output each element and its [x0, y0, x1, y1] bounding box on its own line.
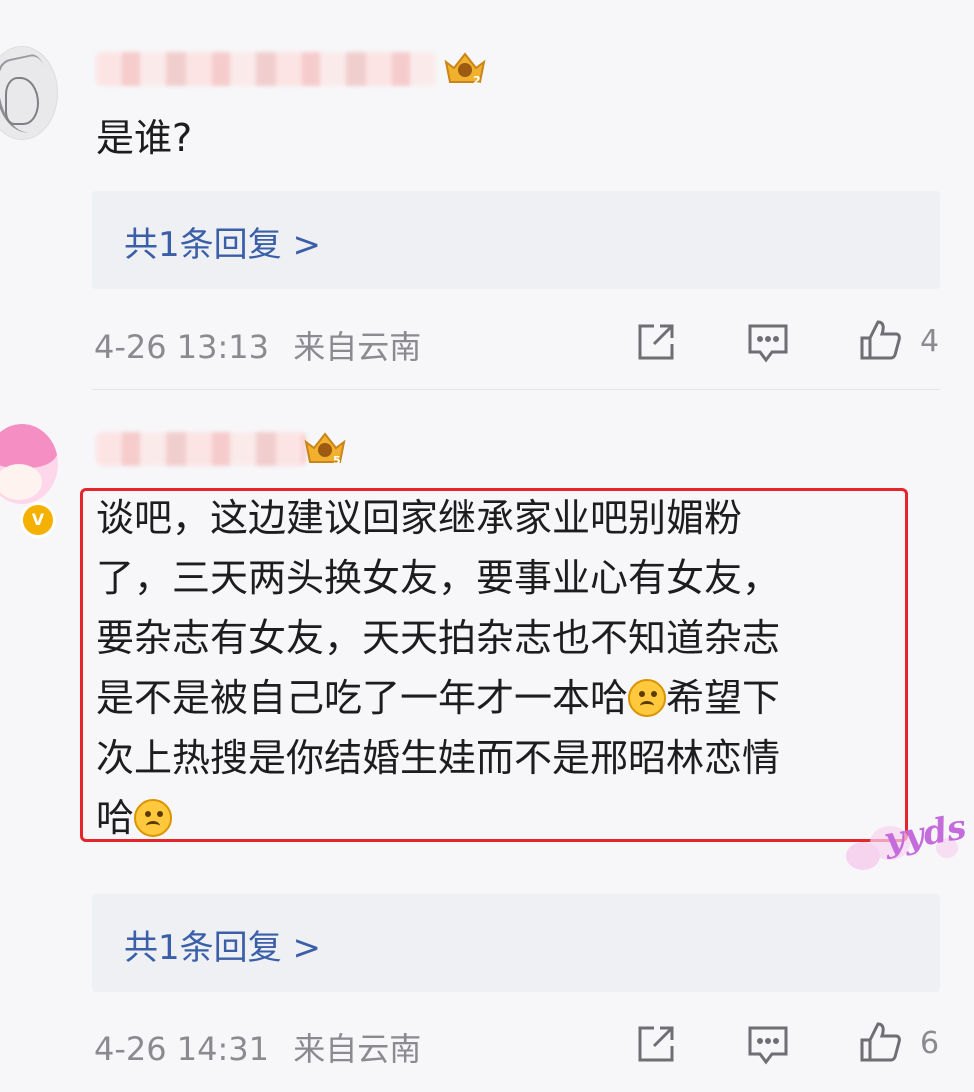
verified-badge: V: [20, 502, 56, 538]
comment-line: 谈吧，这边建议回家继承家业吧别媚粉: [96, 496, 743, 540]
comment-line: 了，三天两头换女友，要事业心有女友，: [96, 556, 781, 600]
crown-badge-icon: 5: [302, 428, 348, 468]
like-count: 4: [920, 324, 940, 359]
share-icon[interactable]: [634, 1022, 678, 1066]
view-replies-link[interactable]: 共1条回复 >: [124, 920, 321, 969]
location: 来自云南: [293, 328, 422, 366]
comment-icon[interactable]: [746, 1022, 790, 1066]
comment-text: 谈吧，这边建议回家继承家业吧别媚粉 了，三天两头换女友，要事业心有女友， 要杂志…: [96, 488, 911, 848]
svg-text:5: 5: [333, 454, 341, 467]
avatar[interactable]: [0, 424, 58, 504]
location: 来自云南: [293, 1030, 422, 1068]
comment-icon[interactable]: [746, 320, 790, 364]
comment-line: 是不是被自己吃了一年才一本哈 希望下: [96, 676, 781, 720]
view-replies-link[interactable]: 共1条回复 >: [124, 217, 321, 266]
comment-meta: 4-26 14:31 来自云南: [94, 1024, 421, 1070]
comment-meta: 4-26 13:13 来自云南: [94, 322, 421, 368]
username-blurred[interactable]: [96, 52, 436, 86]
timestamp: 4-26 14:31: [94, 1030, 270, 1068]
yyds-sticker: yyds: [840, 807, 970, 878]
username-blurred[interactable]: [96, 432, 306, 466]
divider: [92, 389, 940, 390]
svg-text:2: 2: [473, 74, 481, 87]
upside-down-face-emoji: [628, 679, 667, 717]
like-icon[interactable]: [858, 1020, 902, 1064]
comment-text: 是谁?: [96, 116, 193, 160]
comment-line: 哈: [96, 788, 911, 848]
comment-item: 2 是谁? 共1条回复 > 4-26 13:13 来自云南 4: [0, 0, 974, 390]
replies-box[interactable]: 共1条回复 >: [92, 191, 940, 289]
comment-line: 次上热搜是你结婚生娃而不是邢昭林恋情: [96, 736, 781, 780]
crown-badge-icon: 2: [442, 48, 488, 88]
avatar[interactable]: [0, 46, 58, 140]
like-count: 6: [920, 1026, 940, 1061]
upside-down-face-emoji: [134, 799, 173, 837]
timestamp: 4-26 13:13: [94, 328, 270, 366]
replies-box[interactable]: 共1条回复 >: [92, 894, 940, 992]
comment-line: 要杂志有女友，天天拍杂志也不知道杂志: [96, 616, 781, 660]
share-icon[interactable]: [634, 320, 678, 364]
like-icon[interactable]: [858, 318, 902, 362]
